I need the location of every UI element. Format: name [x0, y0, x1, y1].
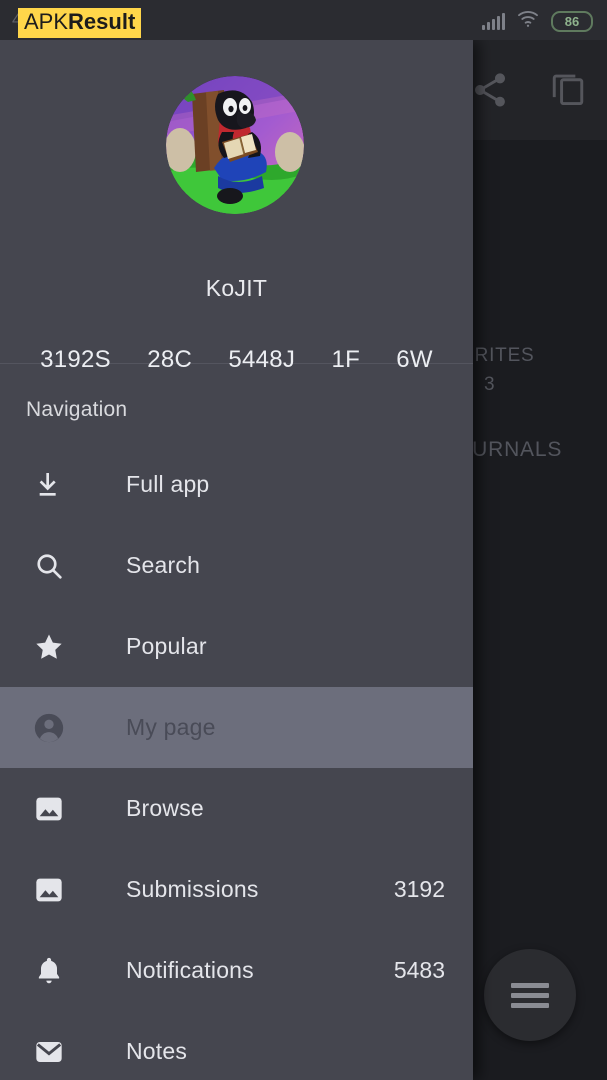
star-icon — [26, 631, 72, 663]
fab-menu-button[interactable] — [484, 949, 576, 1041]
nav-count: 3192 — [393, 876, 445, 902]
search-icon — [26, 550, 72, 582]
phone-screen: ORITES 3 OURNALS KoJIT 3192S 28C 5448J 1… — [0, 0, 607, 1080]
status-indicators: 86 — [482, 9, 593, 33]
nav-item-submissions[interactable]: Submissions 3192 — [0, 849, 473, 930]
nav-item-my-page[interactable]: My page — [0, 687, 473, 768]
nav-label: My page — [126, 714, 216, 740]
envelope-icon — [26, 1036, 72, 1068]
nav-label: Popular — [126, 633, 207, 659]
apkresult-watermark: APKResult — [18, 8, 142, 38]
stat-journals[interactable]: 5448J — [228, 346, 295, 374]
avatar[interactable] — [166, 76, 304, 214]
signal-bars-icon — [482, 12, 505, 30]
stat-favorites[interactable]: 1F — [331, 346, 360, 374]
navigation-list: Full app Search Popular My page Browse S… — [0, 444, 473, 1080]
username: KoJIT — [205, 275, 268, 301]
nav-count: 5483 — [393, 957, 445, 983]
watermark-part1: APK — [24, 9, 69, 34]
bell-icon — [26, 955, 72, 987]
nav-item-browse[interactable]: Browse — [0, 768, 473, 849]
nav-label: Notifications — [126, 957, 254, 983]
image-icon — [26, 793, 72, 825]
nav-label: Submissions — [126, 876, 259, 902]
drawer-header: KoJIT 3192S 28C 5448J 1F 6W — [0, 40, 473, 373]
image-icon — [26, 874, 72, 906]
nav-item-popular[interactable]: Popular — [0, 606, 473, 687]
battery-indicator: 86 — [551, 10, 593, 32]
nav-item-notifications[interactable]: Notifications 5483 — [0, 930, 473, 1011]
background-favorites-count: 3 — [484, 374, 496, 395]
copy-icon[interactable] — [546, 66, 590, 114]
user-stats-row: 3192S 28C 5448J 1F 6W — [0, 346, 473, 374]
navigation-drawer: KoJIT 3192S 28C 5448J 1F 6W Navigation F… — [0, 40, 473, 1080]
download-icon — [26, 469, 72, 501]
nav-label: Notes — [126, 1038, 188, 1064]
stat-submissions[interactable]: 3192S — [40, 346, 111, 374]
hamburger-menu-icon — [511, 978, 549, 1013]
nav-item-notes[interactable]: Notes — [0, 1011, 473, 1080]
share-icon[interactable] — [470, 70, 510, 110]
stat-watchers[interactable]: 6W — [396, 346, 433, 374]
nav-item-search[interactable]: Search — [0, 525, 473, 606]
wifi-icon — [516, 9, 540, 33]
person-icon — [26, 711, 72, 745]
stat-comments[interactable]: 28C — [147, 346, 192, 374]
nav-item-full-app[interactable]: Full app — [0, 444, 473, 525]
nav-label: Browse — [126, 795, 204, 821]
nav-label: Search — [126, 552, 201, 578]
nav-label: Full app — [126, 471, 210, 497]
watermark-part2: Result — [68, 9, 136, 34]
